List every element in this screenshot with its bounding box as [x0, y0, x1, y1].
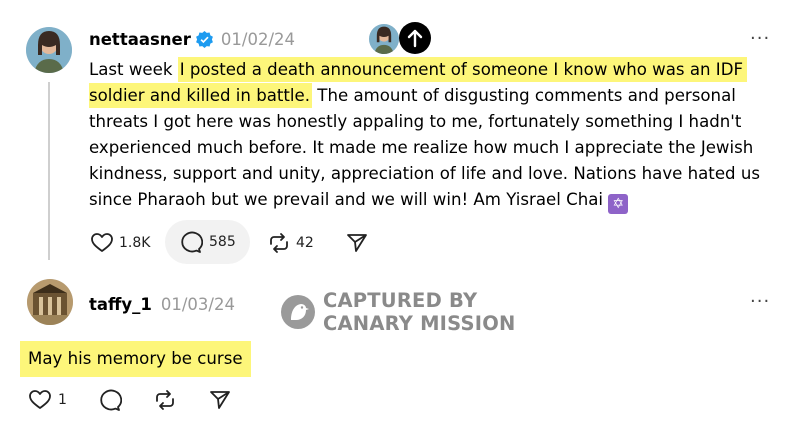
arrow-up-icon — [407, 29, 423, 48]
watermark-line2: CANARY MISSION — [323, 312, 516, 335]
repost-icon — [156, 390, 174, 410]
comment-icon — [100, 389, 122, 411]
reply-date: 01/03/24 — [160, 294, 235, 314]
post-body: Last week I posted a death announcement … — [89, 57, 769, 214]
comment-icon — [181, 231, 203, 253]
avatar-image — [26, 27, 72, 73]
avatar-image — [27, 279, 73, 325]
reply-text: May his memory be curse — [28, 349, 243, 368]
watermark-line1: CAPTURED BY — [323, 289, 478, 312]
repost-icon — [270, 233, 288, 253]
post-date: 01/02/24 — [220, 29, 295, 49]
reply-more-menu-icon[interactable]: ··· — [750, 293, 770, 311]
repost-count: 42 — [296, 235, 314, 251]
post-username[interactable]: nettaasner — [89, 30, 191, 49]
send-icon — [210, 391, 230, 409]
reply-repost-button[interactable] — [153, 388, 177, 412]
heart-icon — [91, 233, 113, 252]
reply-body: May his memory be curse — [20, 341, 251, 377]
heart-icon — [29, 390, 51, 409]
reply-like-count: 1 — [58, 392, 67, 408]
post-header: nettaasner 01/02/24 — [89, 27, 295, 51]
comment-count: 585 — [209, 234, 236, 250]
reply-comment-button[interactable] — [98, 388, 122, 412]
thread-line — [48, 82, 50, 260]
share-button[interactable] — [345, 231, 369, 255]
floating-avatar-stack[interactable] — [368, 22, 432, 55]
repost-button[interactable]: 42 — [267, 231, 314, 255]
post-avatar[interactable] — [26, 27, 72, 73]
mini-avatar — [368, 23, 400, 55]
post-more-menu-icon[interactable]: ··· — [750, 30, 770, 48]
reply-share-button[interactable] — [208, 388, 232, 412]
star-of-david-icon: ✡ — [608, 194, 629, 214]
send-icon — [347, 234, 367, 252]
comment-button[interactable]: 585 — [165, 220, 250, 264]
reply-username[interactable]: taffy_1 — [89, 295, 152, 314]
verified-badge-icon — [195, 30, 213, 48]
highlight-line1: I posted a death announcement of someone… — [177, 57, 748, 82]
highlight-line2: soldier and killed in battle. — [89, 83, 313, 108]
canary-logo-icon — [281, 295, 315, 329]
reply-like-button[interactable]: 1 — [28, 388, 67, 412]
watermark: CAPTURED BY CANARY MISSION — [280, 289, 516, 335]
like-count: 1.8K — [119, 235, 151, 251]
scroll-up-button[interactable] — [399, 22, 431, 54]
post-text-start: Last week — [89, 60, 178, 79]
like-button[interactable]: 1.8K — [90, 231, 150, 255]
reply-header: taffy_1 01/03/24 — [89, 292, 235, 316]
reply-avatar[interactable] — [27, 279, 73, 325]
